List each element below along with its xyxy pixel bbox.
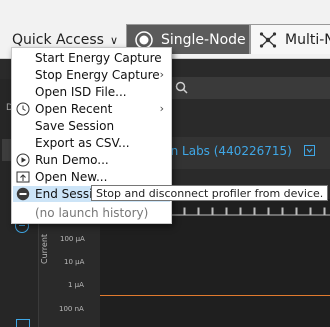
y-tick-label: 100 nA bbox=[59, 305, 84, 313]
y-tick-label: 100 µA bbox=[60, 235, 85, 243]
menu-item-run-demo[interactable]: Run Demo... bbox=[13, 152, 170, 168]
menu-item-no-launch-history: (no launch history) bbox=[35, 206, 149, 220]
tab-multi-node[interactable]: Multi-N bbox=[250, 24, 330, 54]
menu-item-export-csv[interactable]: Export as CSV... bbox=[13, 135, 170, 151]
end-session-tooltip: Stop and disconnect profiler from device… bbox=[91, 185, 329, 201]
clock-icon bbox=[16, 102, 30, 116]
search-bar[interactable] bbox=[165, 77, 330, 99]
menu-item-save-session[interactable]: Save Session bbox=[13, 118, 170, 134]
play-icon bbox=[16, 153, 30, 167]
menu-item-open-isd-file[interactable]: Open ISD File... bbox=[13, 84, 170, 100]
menu-item-stop-energy-capture[interactable]: Stop Energy Capture › bbox=[13, 67, 170, 83]
menu-item-start-energy-capture[interactable]: Start Energy Capture bbox=[13, 50, 170, 66]
search-icon bbox=[175, 81, 188, 94]
submenu-arrow-icon: › bbox=[159, 102, 164, 115]
menu-item-open-recent[interactable]: Open Recent › bbox=[13, 101, 170, 117]
chevron-down-icon bbox=[306, 148, 313, 153]
stop-icon bbox=[16, 187, 30, 201]
y-tick-label: 1 µA bbox=[68, 281, 84, 289]
y-axis-title: Current bbox=[40, 233, 49, 264]
network-nodes-icon bbox=[259, 32, 277, 48]
current-trace-line bbox=[100, 295, 330, 296]
tab-single-node-label: Single-Node bbox=[161, 32, 246, 48]
open-window-icon bbox=[16, 171, 30, 183]
chevron-down-icon: ∨ bbox=[109, 34, 119, 47]
menu-item-open-new[interactable]: Open New... bbox=[13, 169, 170, 185]
device-dropdown-button[interactable] bbox=[304, 145, 315, 156]
submenu-arrow-icon: › bbox=[159, 68, 164, 81]
quick-access-label: Quick Access bbox=[12, 32, 104, 48]
tab-multi-node-label: Multi-N bbox=[285, 32, 330, 48]
expand-panel-button[interactable] bbox=[16, 319, 30, 327]
y-tick-label: 10 µA bbox=[64, 258, 85, 266]
